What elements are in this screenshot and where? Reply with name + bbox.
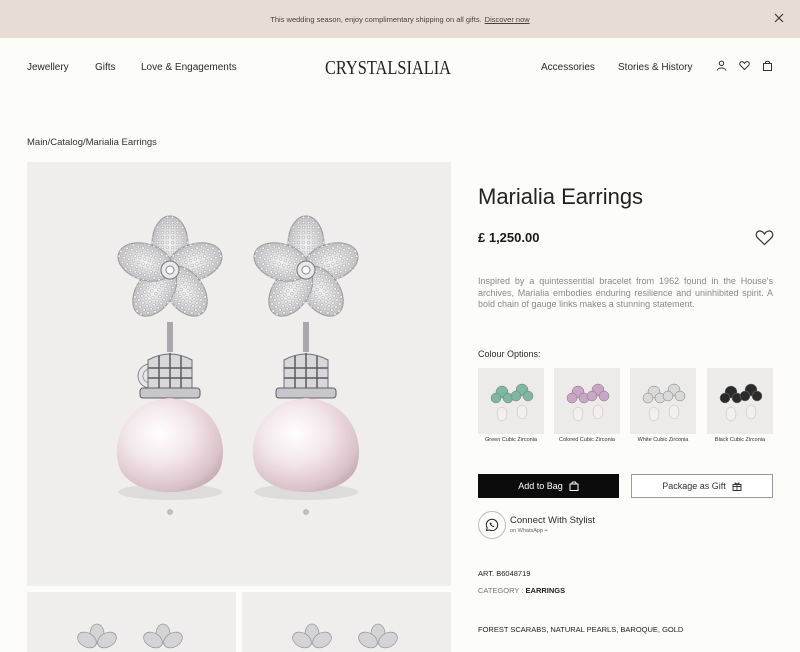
product-main-image[interactable] bbox=[27, 162, 451, 586]
colour-option-colored[interactable] bbox=[554, 368, 620, 434]
colour-option-green[interactable] bbox=[478, 368, 544, 434]
swatch-gem bbox=[598, 390, 610, 402]
product-price: £ 1,250.00 bbox=[478, 230, 540, 245]
category-label: CATEGORY : bbox=[478, 586, 524, 595]
product-description: Inspired by a quintessential bracelet fr… bbox=[478, 276, 773, 309]
category-value[interactable]: EARRINGS bbox=[526, 586, 566, 595]
swatch-gem bbox=[662, 390, 674, 402]
article-number: ART. B6048719 bbox=[478, 569, 530, 578]
article-value: B6048719 bbox=[496, 569, 531, 578]
wishlist-heart-icon[interactable] bbox=[755, 229, 774, 246]
colour-option-label: White Cubic Zirconia bbox=[637, 437, 689, 443]
close-icon[interactable] bbox=[772, 11, 786, 25]
swatch-gem bbox=[719, 392, 731, 404]
brand-logo-text: CRYSTALSIALIA bbox=[325, 57, 451, 79]
swatch-gem bbox=[566, 392, 578, 404]
thumbnail-earrings-icon bbox=[292, 623, 398, 649]
nav-love-engagements[interactable]: Love & Engagements bbox=[141, 62, 237, 73]
breadcrumb[interactable]: Main/Catalog/Marialia Earrings bbox=[27, 137, 157, 148]
whatsapp-subtext: on WhatsApp + bbox=[510, 528, 548, 534]
swatch-gem bbox=[510, 390, 522, 402]
nav-gifts[interactable]: Gifts bbox=[95, 62, 116, 73]
colored-earring-icon bbox=[566, 383, 610, 422]
colour-option-black[interactable] bbox=[707, 368, 773, 434]
announcement-bar: This wedding season, enjoy complimentary… bbox=[0, 0, 800, 38]
shopping-bag-icon[interactable] bbox=[762, 60, 773, 71]
add-to-bag-label: Add to Bag bbox=[518, 481, 563, 491]
thumbnail-earrings-icon bbox=[77, 623, 183, 649]
announcement-text: This wedding season, enjoy complimentary… bbox=[270, 14, 482, 24]
white-earring-icon bbox=[642, 383, 686, 422]
black-earring-icon bbox=[719, 383, 763, 422]
gift-icon bbox=[732, 482, 742, 491]
package-as-gift-button[interactable]: Package as Gift bbox=[631, 474, 773, 498]
colour-option-label: Colored Cubic Zirconia bbox=[559, 437, 615, 443]
whatsapp-button[interactable] bbox=[478, 511, 506, 539]
product-thumbnail[interactable] bbox=[242, 592, 451, 652]
product-tags: FOREST SCARABS, NATURAL PEARLS, BAROQUE,… bbox=[478, 625, 684, 634]
shopping-bag-icon bbox=[569, 481, 579, 491]
swatch-gem bbox=[739, 390, 751, 402]
product-title: Marialia Earrings bbox=[478, 184, 644, 209]
nav-accessories[interactable]: Accessories bbox=[541, 62, 595, 73]
add-to-bag-button[interactable]: Add to Bag bbox=[478, 474, 619, 498]
brand-logo[interactable]: CRYSTALSIALIA bbox=[322, 53, 454, 81]
package-as-gift-label: Package as Gift bbox=[662, 481, 726, 491]
announcement-link[interactable]: Discover now bbox=[485, 15, 530, 24]
earrings-illustration bbox=[116, 215, 360, 515]
category: CATEGORY : EARRINGS bbox=[478, 586, 565, 595]
swatch-gem bbox=[490, 392, 502, 404]
colour-option-label: Green Cubic Zirconia bbox=[485, 437, 537, 443]
swatch-gem bbox=[751, 390, 763, 402]
swatch-gem bbox=[642, 392, 654, 404]
nav-stories-history[interactable]: Stories & History bbox=[618, 62, 692, 73]
connect-stylist-link[interactable]: Connect With Stylist bbox=[510, 515, 595, 526]
swatch-gem bbox=[522, 390, 534, 402]
swatch-gem bbox=[586, 390, 598, 402]
colour-options-label: Colour Options: bbox=[478, 349, 541, 359]
colour-option-label: Black Cubic Zirconia bbox=[714, 437, 766, 443]
article-label: ART. bbox=[478, 569, 495, 578]
user-icon[interactable] bbox=[716, 60, 727, 71]
nav-jewellery[interactable]: Jewellery bbox=[27, 62, 69, 73]
whatsapp-icon bbox=[485, 518, 499, 532]
swatch-gem bbox=[674, 390, 686, 402]
heart-icon[interactable] bbox=[739, 60, 750, 71]
product-thumbnail[interactable] bbox=[27, 592, 236, 652]
green-earring-icon bbox=[490, 383, 534, 422]
colour-option-white[interactable] bbox=[630, 368, 696, 434]
